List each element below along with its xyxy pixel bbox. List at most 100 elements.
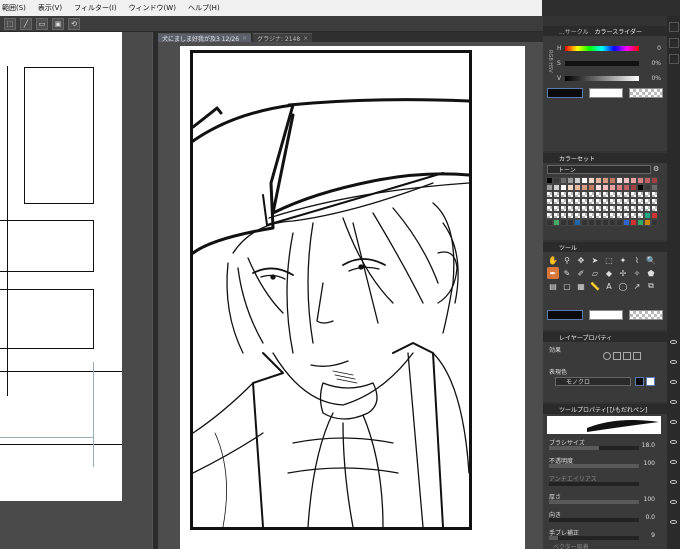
color-set-swatch[interactable] [553,212,560,219]
figure-icon[interactable]: ▢ [561,280,573,292]
eraser-icon[interactable]: ▱ [589,267,601,279]
eye-icon[interactable] [670,340,677,344]
secondary-canvas[interactable] [0,32,123,501]
color-set-swatch[interactable] [637,198,644,205]
color-set-swatch[interactable] [616,198,623,205]
color-set-swatch[interactable] [553,205,560,212]
decoration-icon[interactable]: ✧ [631,267,643,279]
color-set-swatch[interactable] [588,212,595,219]
color-set-swatch[interactable] [588,219,595,226]
panel-icon[interactable] [668,22,679,32]
color-set-swatch[interactable] [567,191,574,198]
color-set-swatch[interactable] [602,212,609,219]
airbrush-icon[interactable]: ✢ [617,267,629,279]
color-set-swatch[interactable] [546,205,553,212]
color-set-swatch[interactable] [560,205,567,212]
color-set-grid[interactable] [546,177,664,226]
color-set-swatch[interactable] [553,184,560,191]
comic-frame[interactable] [190,50,472,530]
color-set-swatch[interactable] [637,184,644,191]
color-set-swatch[interactable] [581,219,588,226]
color-set-swatch[interactable] [567,177,574,184]
color-set-swatch[interactable] [560,191,567,198]
color-set-swatch[interactable] [609,184,616,191]
color-set-swatch[interactable] [644,184,651,191]
operation-icon[interactable]: ➤ [589,254,601,266]
color-set-swatch[interactable] [616,212,623,219]
color-set-swatch[interactable] [581,212,588,219]
color-set-swatch[interactable] [553,198,560,205]
opacity-slider[interactable] [549,464,639,468]
color-set-swatch[interactable] [651,205,658,212]
color-set-swatch[interactable] [644,198,651,205]
layer-color-black[interactable] [635,377,644,386]
color-set-swatch[interactable] [630,198,637,205]
color-set-swatch[interactable] [560,198,567,205]
color-set-swatch[interactable] [616,205,623,212]
border-effect-icon[interactable] [603,352,611,360]
thickness-slider[interactable] [549,500,639,504]
selection-icon[interactable]: ⬚ [603,254,615,266]
color-set-swatch[interactable] [623,198,630,205]
color-set-swatch[interactable] [602,198,609,205]
color-set-swatch[interactable] [574,177,581,184]
color-set-swatch[interactable] [595,191,602,198]
color-set-swatch[interactable] [574,212,581,219]
color-set-swatch[interactable] [588,184,595,191]
antialias-slider[interactable] [549,482,639,486]
color-set-swatch[interactable] [651,219,658,226]
color-set-swatch[interactable] [616,219,623,226]
pencil-icon[interactable]: ✎ [561,267,573,279]
color-set-swatch[interactable] [630,184,637,191]
menu-item-window[interactable]: ウィンドウ(W) [129,3,176,13]
pen-icon[interactable]: ✒ [547,267,559,279]
color-set-swatch[interactable] [588,191,595,198]
color-set-swatch[interactable] [588,205,595,212]
stabilization-slider[interactable] [549,536,639,540]
sub-color-swatch[interactable] [589,88,623,98]
color-set-swatch[interactable] [553,177,560,184]
transparent-swatch-tool[interactable] [629,310,663,320]
refresh-icon[interactable]: ⟲ [68,17,80,30]
color-set-swatch[interactable] [616,191,623,198]
fill-icon[interactable]: ⬟ [645,267,657,279]
main-color-swatch[interactable] [547,88,583,98]
panel-icon[interactable] [668,54,679,64]
color-set-swatch[interactable] [630,191,637,198]
color-set-swatch[interactable] [609,191,616,198]
color-set-swatch[interactable] [637,212,644,219]
brush-size-slider[interactable] [549,446,639,450]
eye-icon[interactable] [670,440,677,444]
color-mode-label[interactable]: RGB HSV [545,50,553,90]
manga-page[interactable] [180,46,525,549]
color-set-swatch[interactable] [644,205,651,212]
color-set-swatch[interactable] [567,219,574,226]
correct-line-icon[interactable]: ↗ [631,280,643,292]
antialias-row[interactable]: アンチエイリアス [549,474,661,486]
color-set-swatch[interactable] [637,191,644,198]
color-set-swatch[interactable] [623,191,630,198]
color-set-swatch[interactable] [630,205,637,212]
color-set-swatch[interactable] [588,177,595,184]
layer-icon[interactable]: ▣ [52,17,64,30]
eye-icon[interactable] [670,520,677,524]
color-set-swatch[interactable] [644,177,651,184]
tab-document-2[interactable]: グラジナ: 2148 × [253,33,313,43]
hand-icon[interactable]: ✋ [547,254,559,266]
color-set-swatch[interactable] [567,212,574,219]
color-set-swatch[interactable] [616,177,623,184]
color-set-swatch[interactable] [630,219,637,226]
color-set-swatch[interactable] [602,191,609,198]
color-set-swatch[interactable] [623,184,630,191]
eye-icon[interactable] [670,360,677,364]
color-set-swatch[interactable] [602,184,609,191]
eye-icon[interactable] [670,500,677,504]
direction-slider[interactable] [549,518,639,522]
panel-icon[interactable] [668,38,679,48]
main-canvas-area[interactable] [158,42,543,549]
color-set-swatch[interactable] [560,212,567,219]
color-set-swatch[interactable] [616,184,623,191]
color-set-swatch[interactable] [595,212,602,219]
search-icon[interactable]: 🔍 [645,254,657,266]
opacity-row[interactable]: 不透明度 100 [549,456,661,468]
